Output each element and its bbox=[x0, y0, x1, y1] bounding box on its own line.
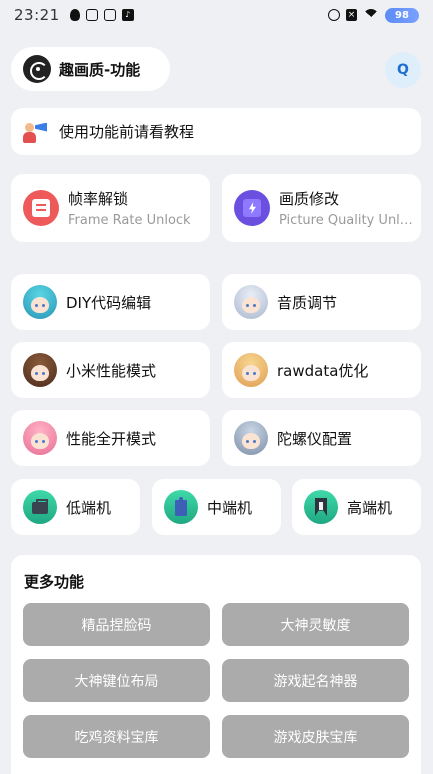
xiaomi-performance-card[interactable]: 小米性能模式 bbox=[11, 342, 210, 398]
full-performance-label: 性能全开模式 bbox=[66, 429, 157, 448]
q-button[interactable]: Q bbox=[385, 52, 421, 88]
rawdata-optimize-label: rawdata优化 bbox=[277, 361, 369, 380]
avatar-teal-hair bbox=[23, 285, 57, 319]
xiaomi-performance-label: 小米性能模式 bbox=[66, 361, 157, 380]
tutorial-banner[interactable]: 使用功能前请看教程 bbox=[11, 108, 421, 155]
rawdata-optimize-card[interactable]: rawdata优化 bbox=[222, 342, 421, 398]
alarm-icon bbox=[328, 9, 340, 21]
megaphone-icon bbox=[23, 120, 47, 144]
tutorial-text: 使用功能前请看教程 bbox=[59, 123, 195, 141]
low-end-device-card[interactable]: 低端机 bbox=[11, 479, 140, 535]
tower-icon bbox=[304, 490, 338, 524]
app-title-pill[interactable]: 趣画质-功能 bbox=[11, 47, 170, 91]
status-time: 23:21 bbox=[14, 6, 60, 24]
link-icon bbox=[85, 9, 98, 21]
frame-rate-title: 帧率解锁 bbox=[68, 190, 129, 208]
low-end-label: 低端机 bbox=[66, 498, 112, 517]
diy-code-edit-label: DIY代码编辑 bbox=[66, 293, 152, 312]
status-right: × 98 bbox=[328, 7, 419, 23]
more-features-panel: 更多功能 精品捏脸码 大神灵敏度 大神键位布局 游戏起名神器 吃鸡资料宝库 游戏… bbox=[11, 555, 421, 774]
avatar-gray-hair bbox=[234, 421, 268, 455]
face-code-button[interactable]: 精品捏脸码 bbox=[23, 603, 210, 646]
app-logo-icon bbox=[23, 55, 51, 83]
play-icon bbox=[103, 9, 116, 21]
picture-quality-subtitle: Picture Quality Unl… bbox=[279, 213, 413, 228]
briefcase-icon bbox=[23, 490, 57, 524]
status-left: 23:21 ♪ bbox=[14, 6, 134, 24]
mid-range-device-card[interactable]: 中端机 bbox=[152, 479, 281, 535]
gyroscope-config-label: 陀螺仪配置 bbox=[277, 429, 353, 448]
frame-rate-icon bbox=[23, 190, 59, 226]
battery-icon: 98 bbox=[385, 7, 419, 23]
tiktok-icon: ♪ bbox=[121, 9, 134, 21]
status-bar: 23:21 ♪ × 98 bbox=[0, 0, 433, 30]
avatar-silver-hair bbox=[234, 285, 268, 319]
no-sim-icon: × bbox=[346, 9, 357, 21]
frame-rate-subtitle: Frame Rate Unlock bbox=[68, 213, 191, 228]
frame-rate-unlock-card[interactable]: 帧率解锁 Frame Rate Unlock bbox=[11, 174, 210, 242]
wifi-icon bbox=[363, 9, 379, 21]
avatar-brown-hair bbox=[23, 353, 57, 387]
high-end-label: 高端机 bbox=[347, 498, 393, 517]
picture-quality-card[interactable]: 画质修改 Picture Quality Unl… bbox=[222, 174, 421, 242]
qq-icon bbox=[69, 9, 80, 21]
building-icon bbox=[164, 490, 198, 524]
avatar-pink-hair bbox=[23, 421, 57, 455]
picture-quality-icon bbox=[234, 190, 270, 226]
name-generator-button[interactable]: 游戏起名神器 bbox=[222, 659, 409, 702]
sensitivity-button[interactable]: 大神灵敏度 bbox=[222, 603, 409, 646]
page-title: 趣画质-功能 bbox=[59, 60, 141, 79]
key-layout-button[interactable]: 大神键位布局 bbox=[23, 659, 210, 702]
high-end-device-card[interactable]: 高端机 bbox=[292, 479, 421, 535]
gyroscope-config-card[interactable]: 陀螺仪配置 bbox=[222, 410, 421, 466]
picture-quality-title: 画质修改 bbox=[279, 190, 340, 208]
full-performance-card[interactable]: 性能全开模式 bbox=[11, 410, 210, 466]
sound-quality-card[interactable]: 音质调节 bbox=[222, 274, 421, 330]
frame-rate-text: 帧率解锁 Frame Rate Unlock bbox=[68, 188, 191, 228]
avatar-blonde-hair bbox=[234, 353, 268, 387]
mid-range-label: 中端机 bbox=[207, 498, 253, 517]
picture-quality-text: 画质修改 Picture Quality Unl… bbox=[279, 188, 413, 228]
diy-code-edit-card[interactable]: DIY代码编辑 bbox=[11, 274, 210, 330]
skin-library-button[interactable]: 游戏皮肤宝库 bbox=[222, 715, 409, 758]
more-features-title: 更多功能 bbox=[24, 573, 85, 591]
sound-quality-label: 音质调节 bbox=[277, 293, 338, 312]
pubg-library-button[interactable]: 吃鸡资料宝库 bbox=[23, 715, 210, 758]
